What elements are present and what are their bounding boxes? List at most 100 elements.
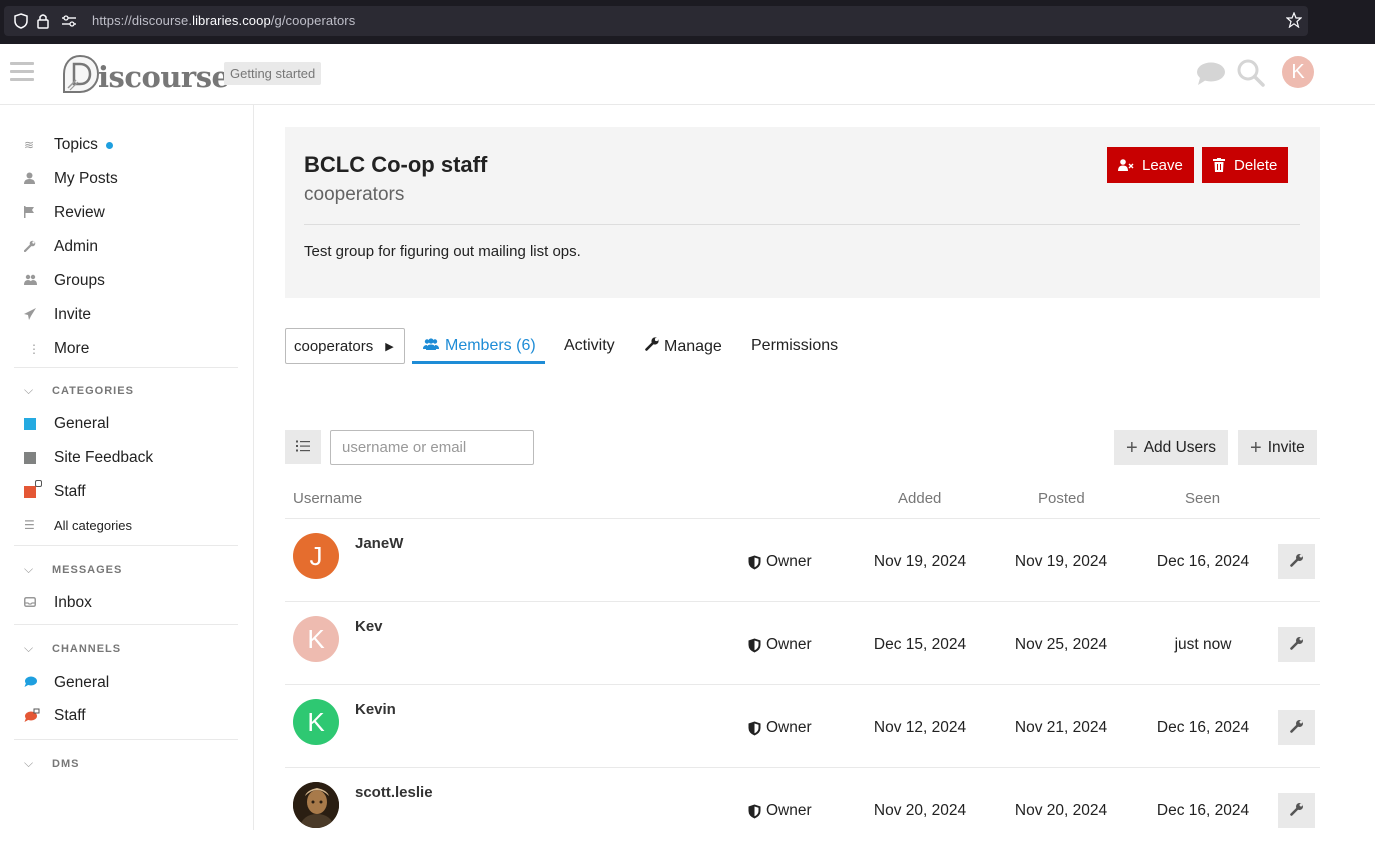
- shield-icon: [748, 555, 761, 570]
- sidebar-section-categories[interactable]: ⌵ CATEGORIES: [24, 383, 134, 398]
- column-header-added[interactable]: Added: [898, 490, 941, 507]
- chevron-down-icon: ⌵: [24, 756, 35, 770]
- sidebar-divider: [14, 545, 238, 546]
- member-added: Dec 15, 2024: [873, 636, 967, 653]
- sidebar-item-review[interactable]: Review: [24, 203, 105, 223]
- wrench-icon: [1289, 802, 1304, 820]
- member-actions-button[interactable]: [1278, 627, 1315, 662]
- wrench-icon: [1289, 553, 1304, 571]
- member-avatar[interactable]: K: [293, 699, 339, 745]
- url-text[interactable]: https://discourse.libraries.coop/g/coope…: [92, 13, 355, 29]
- tab-manage[interactable]: Manage: [645, 337, 722, 356]
- member-username[interactable]: scott.leslie: [355, 784, 433, 801]
- chevron-down-icon: ⌵: [24, 383, 35, 397]
- role-label: Owner: [766, 719, 812, 736]
- role-label: Owner: [766, 636, 812, 653]
- sidebar-divider: [14, 367, 238, 368]
- sidebar-item-inbox[interactable]: Inbox: [24, 593, 92, 613]
- member-posted: Nov 25, 2024: [1014, 636, 1108, 653]
- user-avatar[interactable]: K: [1282, 56, 1314, 88]
- new-topics-dot: [105, 141, 113, 149]
- member-seen: Dec 16, 2024: [1156, 719, 1250, 736]
- bulk-select-button[interactable]: [285, 430, 321, 464]
- shield-outline-icon[interactable]: [14, 13, 28, 32]
- sidebar-item-groups[interactable]: Groups: [24, 271, 105, 291]
- tab-label: Activity: [564, 337, 615, 354]
- sidebar-item-label: General: [54, 674, 110, 691]
- member-username[interactable]: Kev: [355, 618, 383, 635]
- tab-activity[interactable]: Activity: [564, 337, 615, 355]
- sidebar-channel-general[interactable]: General: [24, 673, 109, 693]
- delete-group-button[interactable]: Delete: [1202, 147, 1289, 183]
- role-label: Owner: [766, 802, 812, 819]
- section-title: DMS: [52, 757, 80, 770]
- sidebar-category-site-feedback[interactable]: Site Feedback: [24, 448, 153, 468]
- wrench-icon: [645, 337, 660, 356]
- member-username[interactable]: JaneW: [355, 535, 403, 552]
- getting-started-link[interactable]: Getting started: [224, 62, 322, 85]
- browser-toolbar: https://discourse.libraries.coop/g/coope…: [0, 0, 1375, 44]
- layers-icon: ≋: [24, 138, 35, 152]
- bookmark-star-icon[interactable]: [1285, 11, 1303, 31]
- lock-icon: [35, 480, 42, 487]
- add-users-button[interactable]: + Add Users: [1114, 430, 1229, 465]
- hamburger-menu-icon[interactable]: [10, 62, 34, 82]
- search-icon[interactable]: [1236, 58, 1266, 92]
- sidebar-item-admin[interactable]: Admin: [23, 237, 98, 257]
- sidebar-section-dms[interactable]: ⌵ DMS: [24, 756, 79, 771]
- sidebar-item-topics[interactable]: ≋ Topics: [24, 135, 113, 155]
- sidebar-channel-staff[interactable]: Staff: [24, 706, 86, 726]
- column-header-seen[interactable]: Seen: [1185, 490, 1220, 507]
- sidebar-all-categories[interactable]: ☰ All categories: [24, 515, 132, 535]
- member-seen: Dec 16, 2024: [1156, 802, 1250, 819]
- column-header-posted[interactable]: Posted: [1038, 490, 1085, 507]
- ellipsis-vertical-icon: ⋮: [28, 342, 40, 356]
- sidebar-item-label: Topics: [54, 136, 98, 153]
- tab-label: Manage: [664, 338, 722, 355]
- member-actions-button[interactable]: [1278, 793, 1315, 828]
- member-username[interactable]: Kevin: [355, 701, 396, 718]
- invite-button[interactable]: + Invite: [1238, 430, 1317, 465]
- leave-group-button[interactable]: Leave: [1107, 147, 1194, 183]
- role-label: Owner: [766, 553, 812, 570]
- table-row: J JaneW Owner Nov 19, 2024 Nov 19, 2024 …: [285, 518, 1320, 601]
- active-tab-underline: [412, 361, 545, 364]
- button-label: Delete: [1234, 156, 1278, 174]
- sidebar-divider: [14, 739, 238, 740]
- table-row: scott.leslie Owner Nov 20, 2024 Nov 20, …: [285, 767, 1320, 850]
- sidebar-item-more[interactable]: ⋮ More: [24, 339, 89, 359]
- group-header-divider: [304, 224, 1300, 225]
- category-color-square: [24, 480, 42, 498]
- sidebar-item-invite[interactable]: Invite: [24, 305, 91, 325]
- column-header-username[interactable]: Username: [293, 490, 362, 507]
- sidebar-section-messages[interactable]: ⌵ MESSAGES: [24, 562, 122, 577]
- site-logo[interactable]: iscourse: [58, 52, 230, 96]
- sidebar-item-my-posts[interactable]: My Posts: [24, 169, 118, 189]
- group-name: BCLC Co-op staff: [304, 152, 488, 177]
- member-actions-button[interactable]: [1278, 544, 1315, 579]
- tab-members[interactable]: Members (6): [423, 337, 536, 355]
- member-avatar[interactable]: K: [293, 616, 339, 662]
- sidebar-item-label: My Posts: [54, 170, 118, 187]
- group-slug: cooperators: [304, 184, 405, 205]
- member-avatar-photo[interactable]: [293, 782, 339, 828]
- user-times-icon: [1118, 159, 1134, 171]
- button-label: Invite: [1267, 438, 1305, 456]
- sidebar-category-staff[interactable]: Staff: [24, 480, 86, 502]
- shield-icon: [748, 804, 761, 819]
- member-added: Nov 20, 2024: [873, 802, 967, 819]
- tab-permissions[interactable]: Permissions: [751, 337, 838, 355]
- member-role: Owner: [748, 802, 812, 820]
- portrait-photo-icon: [293, 782, 339, 828]
- inbox-icon: [24, 596, 54, 610]
- permissions-icon[interactable]: [60, 13, 78, 32]
- member-avatar[interactable]: J: [293, 533, 339, 579]
- lock-icon[interactable]: [36, 13, 50, 32]
- member-role: Owner: [748, 719, 812, 737]
- member-actions-button[interactable]: [1278, 710, 1315, 745]
- sidebar-category-general[interactable]: General: [24, 414, 109, 434]
- member-filter-input[interactable]: [330, 430, 534, 465]
- chat-icon[interactable]: [1196, 62, 1226, 90]
- group-dropdown[interactable]: cooperators ▶: [285, 328, 405, 364]
- sidebar-section-channels[interactable]: ⌵ CHANNELS: [24, 641, 121, 656]
